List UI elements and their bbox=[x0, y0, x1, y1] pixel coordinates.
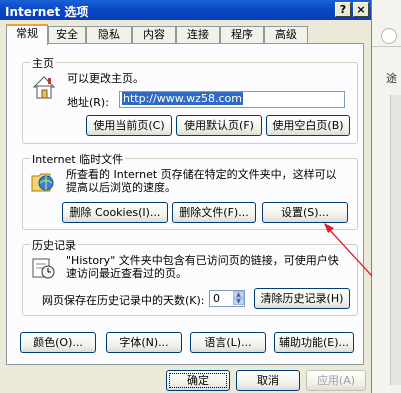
tab-general[interactable]: 常规 bbox=[6, 24, 48, 45]
annotation-arrow bbox=[324, 223, 373, 277]
annotation-arrow-line bbox=[325, 225, 373, 277]
annotation-arrow-head bbox=[324, 223, 334, 233]
